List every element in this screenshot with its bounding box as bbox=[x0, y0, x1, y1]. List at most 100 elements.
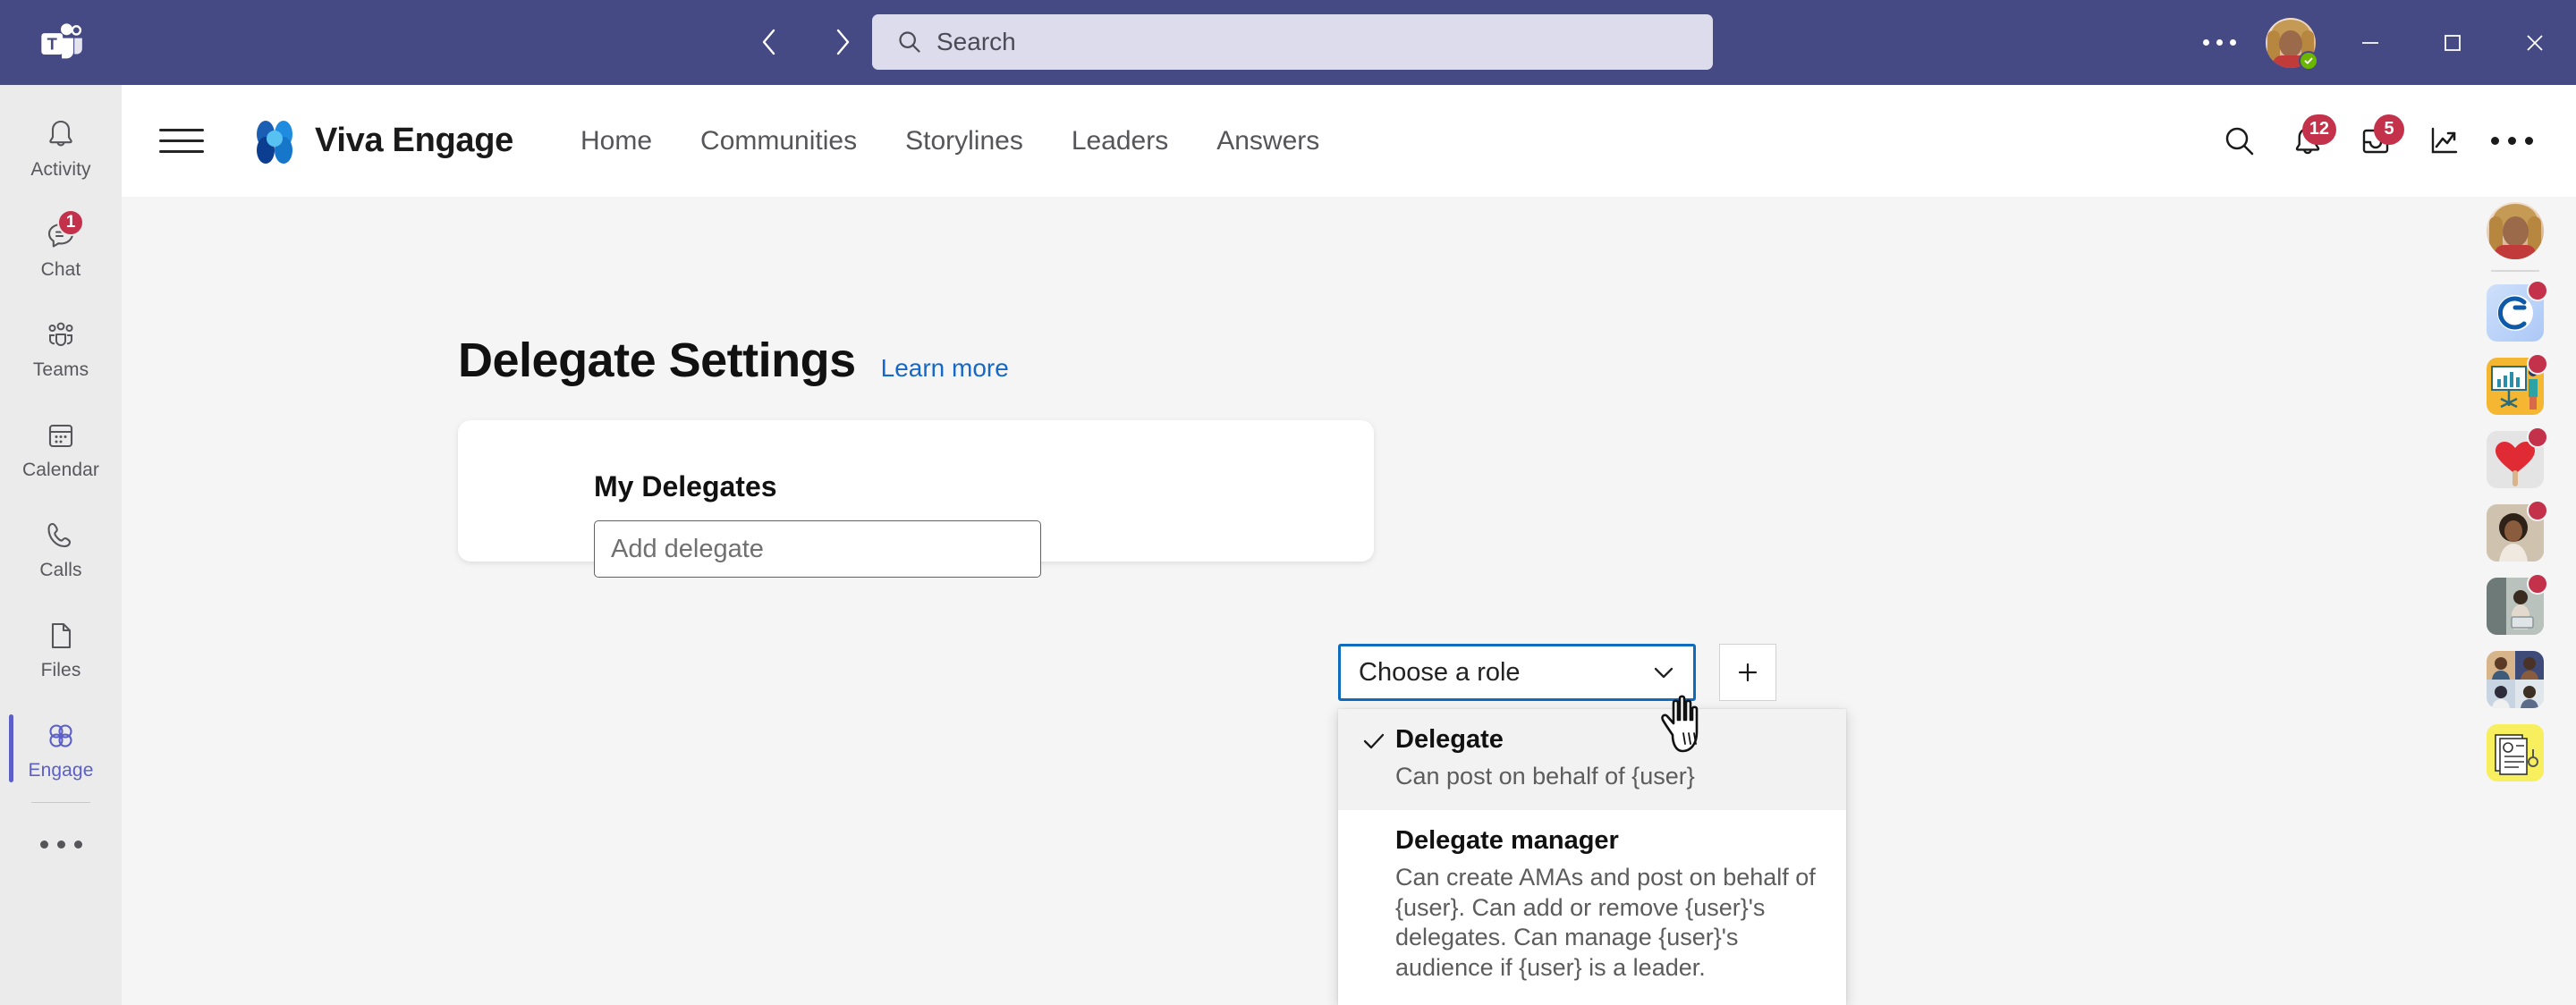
sidebar-item-label: Chat bbox=[40, 258, 81, 280]
role-dropdown-menu: Delegate Can post on behalf of {user} De… bbox=[1338, 709, 1846, 1005]
role-option-delegate-manager[interactable]: Delegate manager Can create AMAs and pos… bbox=[1338, 810, 1846, 1001]
role-option-description: Can create AMAs and post on behalf of {u… bbox=[1395, 863, 1816, 981]
window-title-bar: T Search bbox=[0, 0, 2576, 85]
teams-app-logo: T bbox=[0, 0, 122, 85]
sidebar-item-chat[interactable]: 1 Chat bbox=[0, 198, 122, 298]
notification-dot bbox=[2527, 426, 2548, 448]
rail-divider bbox=[31, 802, 90, 803]
learn-more-link[interactable]: Learn more bbox=[881, 354, 1009, 383]
file-icon bbox=[41, 616, 80, 655]
role-option-delegate[interactable]: Delegate Can post on behalf of {user} bbox=[1338, 709, 1846, 810]
role-option-title: Delegate manager bbox=[1395, 825, 1619, 855]
phone-icon bbox=[41, 516, 80, 555]
add-delegate-input[interactable] bbox=[594, 520, 1041, 578]
maximize-button[interactable] bbox=[2411, 0, 2494, 85]
app-container: Viva Engage Home Communities Storylines … bbox=[122, 85, 2576, 1005]
nav-answers[interactable]: Answers bbox=[1192, 126, 1343, 156]
search-icon bbox=[2225, 127, 2254, 155]
sidebar-item-teams[interactable]: Teams bbox=[0, 298, 122, 398]
back-button[interactable] bbox=[756, 23, 783, 61]
ellipsis-icon bbox=[2487, 133, 2538, 149]
app-tile-connections[interactable] bbox=[2487, 280, 2548, 358]
plus-icon bbox=[1738, 663, 1758, 682]
role-option-description: Can post on behalf of {user} bbox=[1395, 763, 1695, 790]
nav-communities[interactable]: Communities bbox=[676, 126, 881, 156]
global-search-box[interactable]: Search bbox=[872, 14, 1713, 70]
sidebar-item-activity[interactable]: Activity bbox=[0, 97, 122, 198]
viva-engage-icon bbox=[41, 716, 80, 756]
sidebar-item-calls[interactable]: Calls bbox=[0, 498, 122, 598]
close-button[interactable] bbox=[2494, 0, 2576, 85]
page-header: Delegate Settings Learn more bbox=[458, 333, 1009, 388]
my-delegates-card: My Delegates bbox=[458, 420, 1374, 578]
teams-logo-icon: T bbox=[41, 22, 82, 58]
sidebar-item-label: Engage bbox=[28, 759, 94, 781]
ellipsis-icon bbox=[36, 837, 87, 853]
sidebar-item-files[interactable]: Files bbox=[0, 598, 122, 698]
chat-unread-badge: 1 bbox=[57, 208, 84, 236]
app-tile-heart[interactable] bbox=[2487, 426, 2548, 504]
notification-dot bbox=[2527, 573, 2548, 595]
role-select-combobox[interactable]: Choose a role bbox=[1338, 644, 1696, 701]
notifications-badge: 12 bbox=[2301, 114, 2336, 145]
bell-icon bbox=[41, 115, 80, 155]
sidebar-more-apps-button[interactable] bbox=[0, 807, 122, 883]
header-inbox-button[interactable]: 5 bbox=[2342, 107, 2410, 175]
header-notifications-button[interactable]: 12 bbox=[2274, 107, 2342, 175]
chat-icon: 1 bbox=[41, 208, 84, 255]
checkmark-icon bbox=[1363, 733, 1385, 749]
header-search-button[interactable] bbox=[2206, 107, 2274, 175]
sidebar-item-label: Calls bbox=[39, 559, 82, 580]
role-option-title: Delegate bbox=[1395, 725, 1504, 754]
app-tile-group-grid[interactable] bbox=[2487, 651, 2544, 724]
card-title: My Delegates bbox=[594, 470, 777, 502]
brand-name-text: Viva Engage bbox=[315, 122, 513, 159]
notification-dot bbox=[2527, 353, 2548, 375]
nav-home[interactable]: Home bbox=[556, 126, 676, 156]
available-status-icon bbox=[2299, 51, 2318, 71]
app-tile-person-portrait[interactable] bbox=[2487, 500, 2548, 578]
brand-home-link[interactable]: Viva Engage bbox=[252, 118, 513, 165]
account-avatar-button[interactable] bbox=[2252, 0, 2329, 85]
minimize-button[interactable] bbox=[2329, 0, 2411, 85]
minimize-icon bbox=[2362, 41, 2378, 44]
ellipsis-icon bbox=[2202, 39, 2236, 46]
app-tile-presentation[interactable] bbox=[2487, 353, 2548, 431]
page-title: Delegate Settings bbox=[458, 334, 856, 387]
sidebar-item-label: Files bbox=[40, 659, 81, 680]
window-controls-area bbox=[2186, 0, 2576, 85]
close-icon bbox=[2527, 34, 2543, 51]
rail-user-avatar[interactable] bbox=[2487, 202, 2544, 259]
calendar-icon bbox=[41, 416, 80, 455]
primary-navigation: Home Communities Storylines Leaders Answ… bbox=[556, 126, 1343, 156]
nav-leaders[interactable]: Leaders bbox=[1047, 126, 1192, 156]
header-more-button[interactable] bbox=[2478, 107, 2546, 175]
sidebar-item-engage[interactable]: Engage bbox=[0, 698, 122, 798]
notification-dot bbox=[2527, 280, 2548, 301]
search-placeholder-text: Search bbox=[936, 28, 1016, 55]
add-delegate-row bbox=[594, 520, 1041, 578]
header-analytics-button[interactable] bbox=[2410, 107, 2478, 175]
app-tile-person-laptop[interactable] bbox=[2487, 573, 2548, 651]
sidebar-item-label: Teams bbox=[32, 359, 89, 380]
chevron-left-icon bbox=[762, 29, 775, 55]
svg-text:T: T bbox=[47, 34, 58, 53]
titlebar-more-button[interactable] bbox=[2186, 0, 2252, 85]
search-icon bbox=[899, 31, 920, 53]
notification-dot bbox=[2527, 500, 2548, 521]
sidebar-item-calendar[interactable]: Calendar bbox=[0, 398, 122, 498]
maximize-icon bbox=[2445, 34, 2461, 51]
add-delegate-button[interactable] bbox=[1719, 644, 1776, 701]
viva-engage-header: Viva Engage Home Communities Storylines … bbox=[122, 85, 2576, 197]
forward-button[interactable] bbox=[829, 23, 856, 61]
left-navigation-rail: Activity 1 Chat Teams Calendar Calls Fil… bbox=[0, 85, 122, 1005]
app-tile-documents[interactable] bbox=[2487, 724, 2544, 798]
documents-icon bbox=[2495, 734, 2538, 775]
chevron-down-icon bbox=[1654, 667, 1674, 679]
sidebar-item-label: Calendar bbox=[21, 459, 100, 480]
right-app-rail bbox=[2454, 197, 2576, 1005]
nav-storylines[interactable]: Storylines bbox=[881, 126, 1047, 156]
header-actions: 12 5 bbox=[2206, 85, 2546, 197]
teams-people-icon bbox=[41, 316, 80, 355]
hamburger-menu-icon[interactable] bbox=[159, 116, 209, 166]
